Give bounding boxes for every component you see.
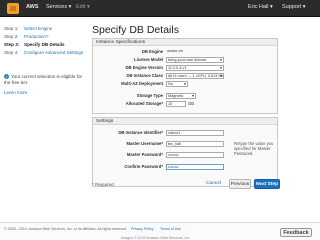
- row-engine-version: DB Engine Version 11.2.0.4.v1: [93, 65, 279, 71]
- field-label: DB Engine: [141, 49, 163, 54]
- instance-identifier-input[interactable]: zdevo1: [166, 130, 224, 136]
- privacy-policy-link[interactable]: Privacy Policy: [131, 227, 153, 231]
- step-2[interactable]: Step 2: Production?: [4, 34, 90, 41]
- row-instance-class: DB Instance Class db.t1.micro — 1 vCPU, …: [93, 73, 279, 79]
- instance-specifications-panel: Instance Specifications DB Engine oracle…: [92, 38, 278, 114]
- cancel-link[interactable]: Cancel: [206, 181, 221, 186]
- nav-user-menu[interactable]: Eric Hall ▾: [248, 4, 273, 10]
- nav-support-menu[interactable]: Support ▾: [282, 4, 306, 10]
- next-step-button[interactable]: Next Step: [254, 179, 280, 189]
- panel-heading: Settings: [93, 118, 277, 125]
- row-storage-type: Storage Type Magnetic: [93, 93, 279, 99]
- nav-services-menu[interactable]: Services ▾: [46, 4, 71, 10]
- step-label: Specify DB Details: [24, 42, 65, 47]
- field-label: DB Engine Version: [125, 65, 163, 70]
- storage-type-select[interactable]: Magnetic: [166, 93, 196, 99]
- row-confirm-password: Confirm Password* ••••••••: [93, 164, 279, 170]
- step-label[interactable]: Production?: [24, 34, 49, 39]
- panel-heading: Instance Specifications: [93, 39, 277, 46]
- step-number: Step 1:: [4, 26, 19, 31]
- engine-version-select[interactable]: 11.2.0.4.v1: [166, 65, 224, 71]
- master-username-input[interactable]: tec_hall: [166, 141, 224, 147]
- field-label: DB Instance Identifier*: [118, 130, 163, 135]
- storage-unit: GB: [188, 101, 195, 106]
- step-number: Step 3:: [4, 42, 20, 47]
- instance-class-select[interactable]: db.t1.micro — 1 vCPU, 0.613 GiB RAM: [166, 73, 224, 79]
- row-db-engine: DB Engine oracle-ee: [93, 49, 279, 55]
- row-allocated-storage: Allocated Storage* 10 GB: [93, 101, 279, 107]
- nav-edit-menu[interactable]: Edit ▾: [76, 4, 90, 10]
- step-1[interactable]: Step 1: Select Engine: [4, 26, 90, 33]
- field-label: License Model: [134, 57, 163, 62]
- field-label: Master Password*: [126, 152, 163, 157]
- field-label: Storage Type: [136, 93, 163, 98]
- row-instance-identifier: DB Instance Identifier* zdevo1: [93, 130, 279, 136]
- field-label: Multi-AZ Deployment: [121, 81, 163, 86]
- step-label[interactable]: Select Engine: [24, 26, 52, 31]
- field-label: DB Instance Class: [126, 73, 163, 78]
- step-4[interactable]: Step 4: Configure Advanced Settings: [4, 50, 90, 57]
- image-credit: Images © 2015 Amazon Web Services, Inc.: [121, 236, 191, 240]
- wizard-steps: Step 1: Select Engine Step 2: Production…: [4, 26, 90, 58]
- db-engine-value: oracle-ee: [167, 49, 183, 53]
- field-label: Confirm Password*: [124, 164, 163, 169]
- confirm-password-input[interactable]: ••••••••: [166, 164, 224, 170]
- learn-more-link[interactable]: Learn more: [4, 90, 28, 95]
- step-number: Step 4:: [4, 50, 19, 55]
- top-nav-bar: AWS Services ▾ Edit ▾ Eric Hall ▾ Suppor…: [0, 0, 320, 17]
- info-icon: i: [4, 74, 9, 80]
- required-note: * Required: [92, 182, 114, 187]
- aws-cube-icon[interactable]: [7, 3, 19, 14]
- page-title: Specify DB Details: [92, 24, 179, 36]
- feedback-button[interactable]: Feedback: [280, 228, 312, 237]
- row-license-model: License Model bring-your-own-license: [93, 57, 279, 63]
- field-label: Master Username*: [126, 141, 163, 146]
- confirm-password-helper: Retype the value you specified for Maste…: [234, 141, 274, 157]
- row-multi-az: Multi-AZ Deployment No: [93, 81, 279, 87]
- field-label: Allocated Storage*: [125, 101, 163, 106]
- license-model-select[interactable]: bring-your-own-license: [166, 57, 224, 63]
- multi-az-select[interactable]: No: [166, 81, 188, 87]
- master-password-input[interactable]: ••••••••: [166, 152, 224, 158]
- copyright-text: © 2008 - 2014, Amazon Web Services, Inc.…: [4, 227, 128, 231]
- free-tier-text: Your current selection is eligible for t…: [4, 74, 83, 85]
- step-3: Step 3: Specify DB Details: [4, 42, 90, 49]
- nav-brand[interactable]: AWS: [26, 4, 39, 10]
- allocated-storage-input[interactable]: 10: [166, 101, 186, 107]
- previous-button[interactable]: Previous: [229, 179, 251, 189]
- step-label[interactable]: Configure Advanced Settings: [24, 50, 83, 55]
- step-number: Step 2:: [4, 34, 19, 39]
- free-tier-notice: i Your current selection is eligible for …: [4, 74, 88, 86]
- terms-of-use-link[interactable]: Terms of Use: [160, 227, 181, 231]
